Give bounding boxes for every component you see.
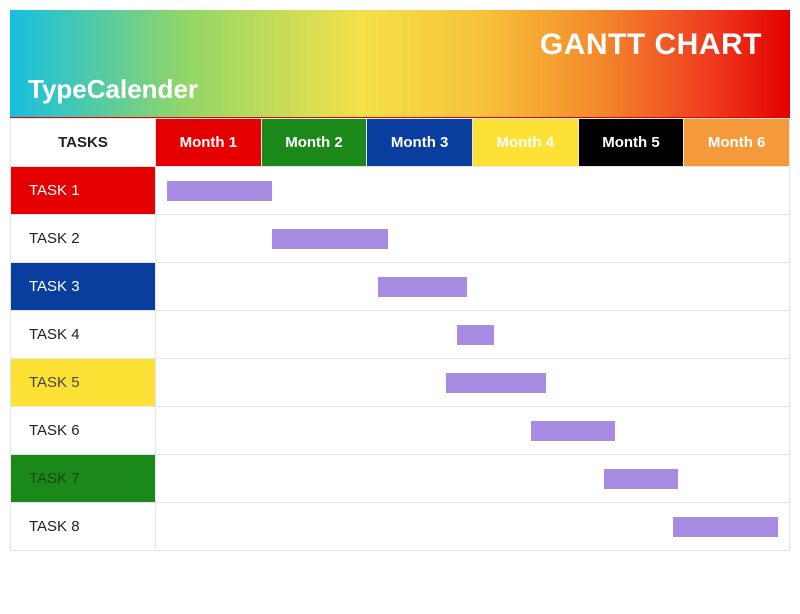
task-1-bar	[167, 181, 273, 201]
table-row: TASK 5	[11, 359, 790, 407]
task-8-label: TASK 8	[11, 503, 156, 551]
table-row: TASK 3	[11, 263, 790, 311]
month-2-header: Month 2	[261, 119, 367, 167]
chart-title: GANTT CHART	[32, 28, 762, 62]
task-5-label: TASK 5	[11, 359, 156, 407]
table-row: TASK 2	[11, 215, 790, 263]
task-8-track	[156, 503, 790, 551]
header-banner: GANTT CHART TypeCalender	[10, 10, 790, 118]
task-2-bar	[272, 229, 388, 249]
task-1-track	[156, 167, 790, 215]
task-5-bar	[446, 373, 546, 393]
task-4-bar	[457, 325, 494, 345]
task-3-label: TASK 3	[11, 263, 156, 311]
task-1-label: TASK 1	[11, 167, 156, 215]
task-3-track	[156, 263, 790, 311]
month-1-header: Month 1	[156, 119, 262, 167]
task-3-bar	[378, 277, 468, 297]
task-7-bar	[604, 469, 678, 489]
task-4-track	[156, 311, 790, 359]
task-7-label: TASK 7	[11, 455, 156, 503]
task-6-bar	[531, 421, 615, 441]
table-row: TASK 7	[11, 455, 790, 503]
task-2-track	[156, 215, 790, 263]
task-2-label: TASK 2	[11, 215, 156, 263]
task-8-bar	[673, 517, 779, 537]
tasks-column-header: TASKS	[11, 119, 156, 167]
brand-name: TypeCalender	[28, 74, 198, 105]
table-row: TASK 6	[11, 407, 790, 455]
month-6-header: Month 6	[684, 119, 790, 167]
header-row: TASKS Month 1 Month 2 Month 3 Month 4 Mo…	[11, 119, 790, 167]
table-row: TASK 1	[11, 167, 790, 215]
month-4-header: Month 4	[472, 119, 578, 167]
month-3-header: Month 3	[367, 119, 473, 167]
table-row: TASK 4	[11, 311, 790, 359]
task-6-track	[156, 407, 790, 455]
task-7-track	[156, 455, 790, 503]
task-4-label: TASK 4	[11, 311, 156, 359]
gantt-table: TASKS Month 1 Month 2 Month 3 Month 4 Mo…	[10, 118, 790, 551]
task-6-label: TASK 6	[11, 407, 156, 455]
table-row: TASK 8	[11, 503, 790, 551]
task-5-track	[156, 359, 790, 407]
gantt-body: TASK 1 TASK 2 TASK 3 TASK 4 TASK 5 TASK …	[11, 167, 790, 551]
month-5-header: Month 5	[578, 119, 684, 167]
